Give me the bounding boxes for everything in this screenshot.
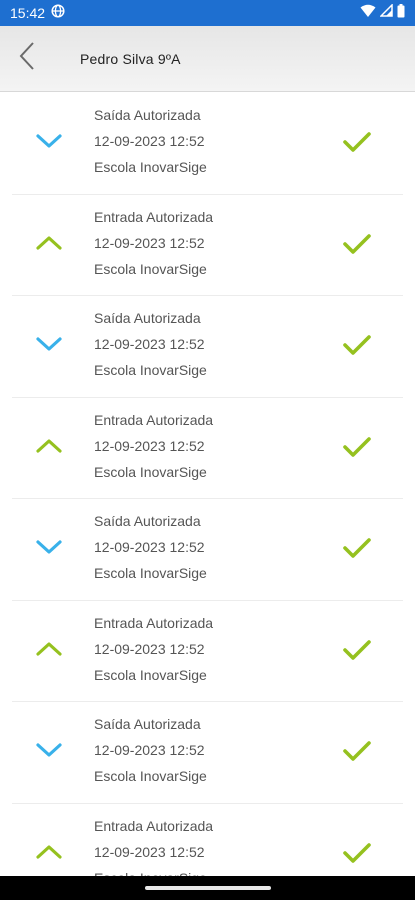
navigation-bar xyxy=(0,876,415,900)
check-icon xyxy=(343,842,371,864)
signal-icon xyxy=(379,3,393,22)
list-item[interactable]: Saída Autorizada 12-09-2023 12:52 Escola I… xyxy=(12,93,403,195)
record-datetime: 12-09-2023 12:52 xyxy=(94,437,205,454)
globe-icon xyxy=(51,3,65,23)
list-item[interactable]: Entrada Autorizada12-09-2023 12:52Escola… xyxy=(12,804,403,877)
record-label: Entrada Autorizada xyxy=(94,208,214,225)
record-details: Saída Autorizada 12-09-2023 12:52 Escola I… xyxy=(94,310,207,379)
list-item[interactable]: Entrada Autorizada 12-09-2023 12:52 Escola… xyxy=(12,398,403,499)
record-label: Entrada Autorizada xyxy=(94,817,214,834)
record-school: Escola InovarSige xyxy=(94,666,207,683)
check-icon xyxy=(343,537,371,559)
record-school: Escola InovarSige xyxy=(94,565,207,581)
check-icon xyxy=(343,334,371,356)
status-right xyxy=(360,3,405,23)
check-icon xyxy=(343,639,371,661)
record-datetime: 12-09-2023 12:52 xyxy=(94,843,205,860)
record-details: Entrada Autorizada 12-09-2023 12:52 Escola… xyxy=(94,209,213,278)
record-label: Saída Autorizada xyxy=(94,716,201,732)
record-datetime: 12-09-2023 12:52 xyxy=(94,539,205,555)
chevron-up-icon xyxy=(36,438,62,454)
app-header: Pedro Silva 9ºA xyxy=(0,26,415,92)
chevron-up-icon xyxy=(36,844,62,860)
home-handle[interactable] xyxy=(144,886,271,890)
record-school: Escola InovarSige xyxy=(94,260,207,277)
list-item[interactable]: Saída Autorizada 12-09-2023 12:52 Escola I… xyxy=(12,702,403,804)
record-details: Saída Autorizada 12-09-2023 12:52 Escola I… xyxy=(94,513,207,582)
chevron-down-icon xyxy=(36,133,62,149)
wifi-icon xyxy=(360,4,376,23)
list-item[interactable]: Saída Autorizada 12-09-2023 12:52 Escola I… xyxy=(12,499,403,601)
record-label: Saída Autorizada xyxy=(94,107,201,123)
chevron-down-icon xyxy=(36,539,62,555)
status-left: 15:42 xyxy=(10,3,65,23)
record-school: Escola InovarSige xyxy=(94,768,207,784)
list-item[interactable]: Entrada Autorizada 12-09-2023 12:52 Escola… xyxy=(12,601,403,702)
chevron-up-icon xyxy=(36,235,62,251)
check-icon xyxy=(343,131,371,153)
chevron-up-icon xyxy=(36,641,62,657)
record-label: Entrada Autorizada xyxy=(94,614,214,631)
record-school: Escola InovarSige xyxy=(94,463,207,480)
record-details: Saída Autorizada 12-09-2023 12:52 Escola I… xyxy=(94,716,207,785)
status-bar: 15:42 xyxy=(0,0,415,26)
check-icon xyxy=(343,740,371,762)
record-list: Saída Autorizada 12-09-2023 12:52 Escola I… xyxy=(0,93,415,876)
page-title: Pedro Silva 9ºA xyxy=(80,50,181,67)
battery-icon xyxy=(397,3,405,23)
record-datetime: 12-09-2023 12:52 xyxy=(94,336,205,352)
record-label: Saída Autorizada xyxy=(94,513,201,529)
record-details: Entrada Autorizada 12-09-2023 12:52 Escola… xyxy=(94,615,213,684)
chevron-down-icon xyxy=(36,336,62,352)
record-details: Saída Autorizada 12-09-2023 12:52 Escola I… xyxy=(94,107,207,176)
record-label: Saída Autorizada xyxy=(94,310,201,326)
chevron-left-icon xyxy=(19,42,35,75)
check-icon xyxy=(343,436,371,458)
record-school: Escola InovarSige xyxy=(94,159,207,175)
list-item[interactable]: Entrada Autorizada 12-09-2023 12:52 Escola… xyxy=(12,195,403,296)
back-button[interactable] xyxy=(0,26,54,92)
record-details: Entrada Autorizada12-09-2023 12:52Escola… xyxy=(94,818,213,877)
list-item[interactable]: Saída Autorizada 12-09-2023 12:52 Escola I… xyxy=(12,296,403,398)
status-time: 15:42 xyxy=(10,5,46,21)
record-details: Entrada Autorizada 12-09-2023 12:52 Escola… xyxy=(94,412,213,481)
record-label: Entrada Autorizada xyxy=(94,411,214,428)
record-datetime: 12-09-2023 12:52 xyxy=(94,640,205,657)
chevron-down-icon xyxy=(36,742,62,758)
check-icon xyxy=(343,233,371,255)
record-datetime: 12-09-2023 12:52 xyxy=(94,133,205,149)
record-school: Escola InovarSige xyxy=(94,362,207,378)
record-datetime: 12-09-2023 12:52 xyxy=(94,234,205,251)
record-datetime: 12-09-2023 12:52 xyxy=(94,742,205,758)
